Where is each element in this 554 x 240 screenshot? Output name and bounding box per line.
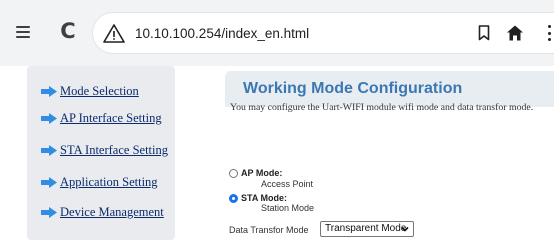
sidebar-item-device-management[interactable]: Device Management bbox=[41, 205, 164, 220]
browser-toolbar: C 10.10.100.254/index_en.html bbox=[0, 0, 554, 66]
bookmark-icon[interactable] bbox=[478, 25, 490, 41]
sidebar-item-ap-interface-setting[interactable]: AP Interface Setting bbox=[41, 111, 162, 126]
right-arrow-icon bbox=[41, 86, 57, 97]
page-description: You may configure the Uart-WIFI module w… bbox=[230, 102, 534, 113]
menu-icon[interactable] bbox=[14, 23, 32, 41]
page-content: Mode Selection AP Interface Setting STA … bbox=[0, 66, 554, 240]
ap-mode-label[interactable]: AP Mode: bbox=[241, 168, 282, 179]
right-arrow-icon bbox=[41, 207, 57, 218]
right-arrow-icon bbox=[41, 177, 57, 188]
reload-icon[interactable]: C bbox=[56, 19, 80, 43]
ap-mode-sublabel: Access Point bbox=[261, 179, 314, 189]
page-title: Working Mode Configuration bbox=[243, 80, 463, 97]
sidebar: Mode Selection AP Interface Setting STA … bbox=[27, 66, 175, 240]
right-arrow-icon bbox=[41, 145, 57, 156]
sidebar-item-label[interactable]: AP Interface Setting bbox=[60, 111, 162, 126]
data-transfer-mode-value[interactable]: Transparent Mode bbox=[325, 223, 406, 234]
sta-mode-sublabel: Station Mode bbox=[261, 203, 315, 213]
home-icon[interactable] bbox=[506, 24, 524, 42]
right-arrow-icon bbox=[41, 113, 57, 124]
warning-icon[interactable] bbox=[103, 23, 125, 45]
url-text[interactable]: 10.10.100.254/index_en.html bbox=[135, 26, 309, 41]
ap-mode-radio[interactable] bbox=[229, 169, 238, 178]
ap-mode-option[interactable]: AP Mode: bbox=[229, 168, 282, 179]
sidebar-item-sta-interface-setting[interactable]: STA Interface Setting bbox=[41, 143, 168, 158]
sidebar-item-application-setting[interactable]: Application Setting bbox=[41, 175, 158, 190]
more-vert-icon[interactable] bbox=[546, 25, 552, 41]
data-transfer-mode-label: Data Transfor Mode bbox=[229, 225, 309, 235]
sidebar-item-label[interactable]: Device Management bbox=[60, 205, 164, 220]
sta-mode-radio[interactable] bbox=[229, 194, 238, 203]
sidebar-item-label[interactable]: STA Interface Setting bbox=[60, 143, 168, 158]
sidebar-item-label[interactable]: Application Setting bbox=[60, 175, 158, 190]
address-bar[interactable]: 10.10.100.254/index_en.html bbox=[92, 12, 554, 54]
sidebar-item-mode-selection[interactable]: Mode Selection bbox=[41, 84, 139, 99]
chevron-down-icon bbox=[401, 226, 409, 232]
sidebar-item-label[interactable]: Mode Selection bbox=[60, 84, 139, 99]
data-transfer-mode-select[interactable]: Transparent Mode bbox=[320, 221, 414, 237]
